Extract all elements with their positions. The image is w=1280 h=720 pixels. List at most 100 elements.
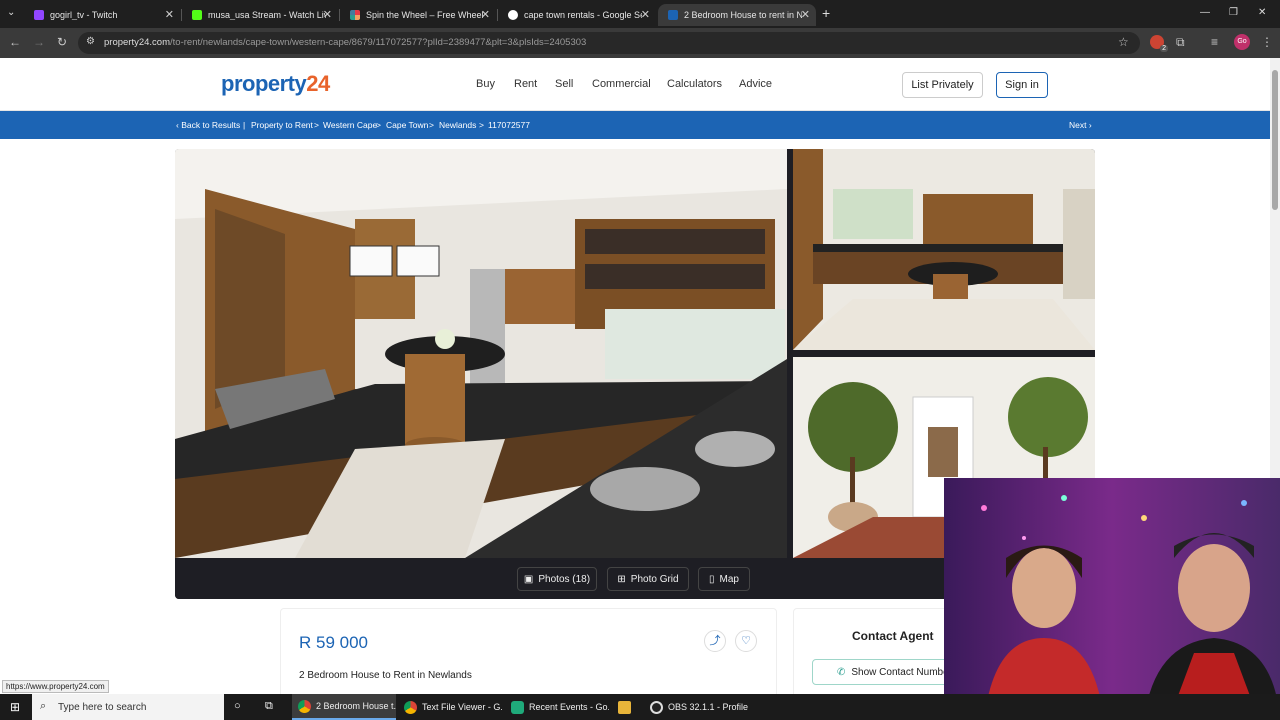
search-icon: ⌕ [40,700,47,712]
taskbar-search-input[interactable]: ⌕ Type here to search [32,694,224,720]
nav-advice[interactable]: Advice [739,78,772,90]
tab-spin-wheel[interactable]: Spin the Wheel – Free Wheel Sp ✕ [340,4,496,26]
photo-grid-button[interactable]: ⊞ Photo Grid [607,567,689,591]
taskbar-obs[interactable]: OBS 32.1.1 - Profile:... [644,694,748,720]
taskbar-chrome-property24[interactable]: 2 Bedroom House t... [292,694,396,720]
wheel-icon [350,10,360,20]
close-icon[interactable]: ✕ [481,8,490,21]
google-icon [508,10,518,20]
task-label: Text File Viewer - G... [422,702,502,712]
taskbar-file-explorer[interactable] [612,694,642,720]
breadcrumb-newlands[interactable]: Newlands [439,120,476,130]
windows-start-icon[interactable]: ⊞ [10,700,20,714]
extension-icon[interactable]: 2 [1150,35,1168,52]
photo-kitchen-wide[interactable] [793,149,1095,350]
windows-taskbar: ⊞ ⌕ Type here to search ○ ⧉ 2 Bedroom Ho… [0,694,1280,720]
url-text[interactable]: property24.com/to-rent/newlands/cape-tow… [104,37,586,48]
cortana-icon[interactable]: ○ [234,700,241,712]
media-control-icon[interactable]: ≡ [1211,35,1218,49]
close-icon[interactable]: ✕ [801,8,810,21]
chrome-icon [404,700,417,714]
next-link[interactable]: Next › [1069,120,1092,130]
link-status-tooltip: https://www.property24.com [2,680,109,693]
phone-icon: ✆ [837,666,846,678]
nav-sell[interactable]: Sell [555,78,573,90]
forward-icon[interactable]: → [33,35,45,49]
task-label: Recent Events - Go... [529,702,609,712]
tab-title: 2 Bedroom House to rent in Ne [684,10,802,20]
breadcrumb-western-cape[interactable]: Western Cape [323,120,377,130]
show-contact-number-label: Show Contact Numbe [851,666,949,678]
breadcrumb: ‹ Back to Results | Property to Rent > W… [0,111,1270,139]
breadcrumb-cape-town[interactable]: Cape Town [386,120,428,130]
tab-google-search[interactable]: cape town rentals - Google Sea ✕ [498,4,656,26]
twitch-icon [34,10,44,20]
webcam-overlay [944,478,1280,720]
nav-commercial[interactable]: Commercial [592,78,651,90]
browser-tab-strip: ⌄ gogirl_tv - Twitch ✕ musa_usa Stream -… [0,0,1280,28]
nav-rent[interactable]: Rent [514,78,537,90]
reload-icon[interactable]: ↻ [57,35,67,49]
back-to-results-link[interactable]: ‹ Back to Results [176,120,240,130]
back-icon[interactable]: ← [9,35,21,49]
minimize-icon[interactable]: — [1200,7,1210,18]
property24-logo[interactable]: property24 [221,71,330,97]
restore-icon[interactable]: ❐ [1229,7,1238,18]
nav-buy[interactable]: Buy [476,78,495,90]
tab-twitch[interactable]: gogirl_tv - Twitch ✕ [24,4,180,26]
map-icon: ▯ [709,573,715,585]
share-icon[interactable]: ⤴ [704,630,726,652]
taskbar-recent-events[interactable]: Recent Events - Go... [505,694,609,720]
taskbar-chrome-text-viewer[interactable]: Text File Viewer - G... [398,694,502,720]
task-label: 2 Bedroom House t... [316,701,396,711]
main-photo-kitchen[interactable] [175,149,787,558]
listing-title: 2 Bedroom House to Rent in Newlands [299,670,472,681]
close-icon[interactable]: ✕ [323,8,332,21]
tab-title: musa_usa Stream - Watch Live [208,10,326,20]
photos-label: Photos (18) [538,573,591,585]
obs-icon [650,700,663,714]
image-icon: ▣ [523,573,534,585]
close-icon[interactable]: ✕ [641,8,650,21]
task-view-icon[interactable]: ⧉ [265,700,273,713]
sign-in-button[interactable]: Sign in [996,72,1048,98]
tab-title: gogirl_tv - Twitch [50,10,118,20]
photo-grid-label: Photo Grid [630,573,679,585]
breadcrumb-property-to-rent[interactable]: Property to Rent [251,120,313,130]
listing-price: R 59 000 [299,633,368,652]
profile-avatar[interactable]: Go [1234,34,1250,50]
map-button[interactable]: ▯ Map [698,567,750,591]
task-label: OBS 32.1.1 - Profile:... [668,702,748,712]
search-placeholder: Type here to search [58,701,147,713]
chrome-icon [298,699,311,713]
map-label: Map [719,573,739,585]
tab-title: Spin the Wheel – Free Wheel Sp [366,10,484,20]
extensions-puzzle-icon[interactable]: ⧉ [1176,35,1185,50]
menu-kebab-icon[interactable]: ⋮ [1261,35,1273,49]
contact-agent-title: Contact Agent [852,629,934,643]
address-bar[interactable]: ⚙ property24.com/to-rent/newlands/cape-t… [78,32,1140,54]
new-tab-icon[interactable]: + [822,5,830,21]
tab-kick[interactable]: musa_usa Stream - Watch Live ✕ [182,4,338,26]
breadcrumb-listing-id: 117072577 [488,120,530,130]
close-icon[interactable]: ✕ [165,8,174,21]
scrollbar-thumb[interactable] [1272,70,1278,210]
list-privately-button[interactable]: List Privately [902,72,983,98]
grid-icon: ⊞ [617,573,626,585]
tab-title: cape town rentals - Google Sea [524,10,642,20]
site-info-icon[interactable]: ⚙ [86,36,95,47]
listing-summary-card: R 59 000 ⤴ ♡ 2 Bedroom House to Rent in … [280,608,777,698]
extension-badge: 2 [1160,45,1168,52]
bookmark-star-icon[interactable]: ☆ [1118,35,1129,49]
tab-search-icon[interactable]: ⌄ [7,7,15,18]
tab-property24[interactable]: 2 Bedroom House to rent in Ne ✕ [658,4,816,26]
photos-button[interactable]: ▣ Photos (18) [517,567,597,591]
folder-icon [618,700,631,714]
property24-icon [668,10,678,20]
favourite-heart-icon[interactable]: ♡ [735,630,757,652]
site-header: property24 Buy Rent Sell Commercial Calc… [0,58,1270,111]
kick-icon [192,10,202,20]
nav-calculators[interactable]: Calculators [667,78,722,90]
window-close-icon[interactable]: ✕ [1258,7,1266,18]
app-icon [511,700,524,714]
